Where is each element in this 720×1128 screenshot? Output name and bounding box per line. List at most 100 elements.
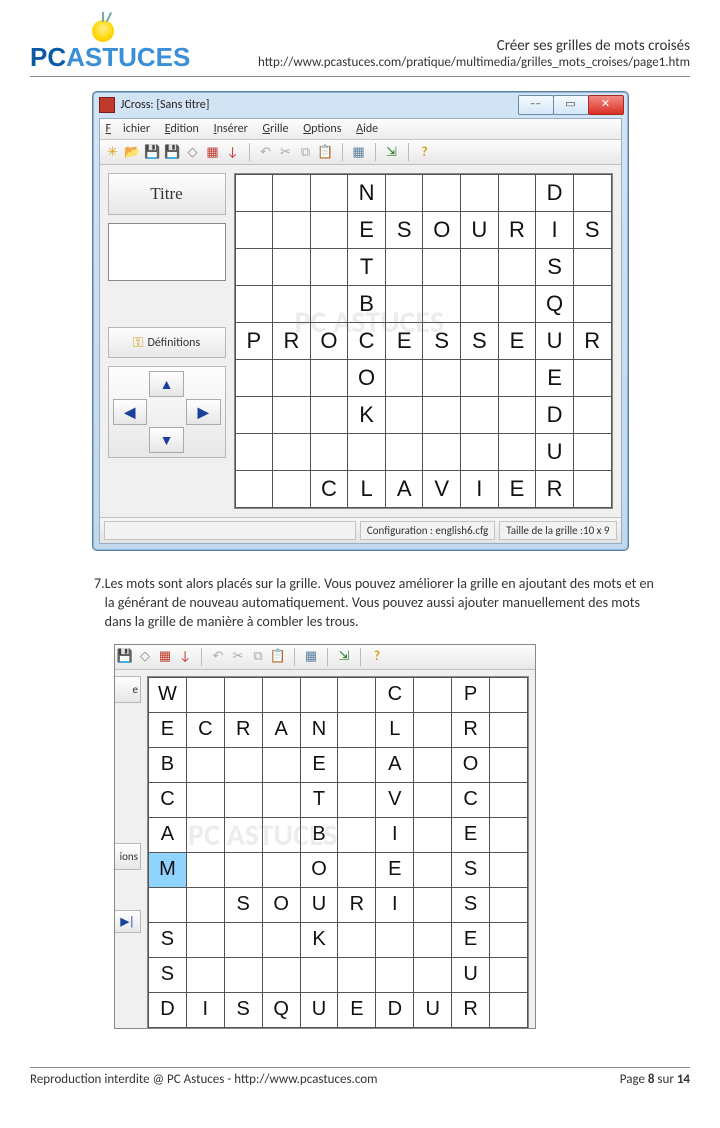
grid-cell[interactable]: T xyxy=(300,782,338,817)
grid-cell[interactable]: Q xyxy=(536,286,574,323)
help-icon[interactable]: ? xyxy=(417,144,433,160)
grid-cell[interactable]: I xyxy=(376,887,414,922)
grid-cell[interactable] xyxy=(235,360,273,397)
grid-icon[interactable]: ▦ xyxy=(205,144,221,160)
grid-cell[interactable] xyxy=(498,286,536,323)
grid-cell[interactable] xyxy=(273,249,311,286)
grid-cell[interactable]: S xyxy=(452,887,490,922)
grid-cell[interactable] xyxy=(385,397,423,434)
grid-cell[interactable] xyxy=(490,922,528,957)
grid-cell[interactable]: Q xyxy=(262,992,300,1027)
grid-cell[interactable] xyxy=(262,782,300,817)
grid-cell[interactable]: E xyxy=(452,922,490,957)
grid-cell[interactable] xyxy=(461,434,499,471)
menu-aide[interactable]: Aide xyxy=(356,122,378,136)
grid-cell[interactable] xyxy=(461,397,499,434)
definitions-button[interactable]: ⚿ Définitions xyxy=(108,327,226,358)
grid-cell[interactable] xyxy=(414,922,452,957)
grid-cell[interactable] xyxy=(423,249,461,286)
grid-cell[interactable]: T xyxy=(348,249,386,286)
grid-cell[interactable] xyxy=(224,817,262,852)
grid-cell[interactable]: R xyxy=(338,887,376,922)
menu-options[interactable]: Options xyxy=(303,122,341,136)
maximize-button[interactable]: ▭ xyxy=(553,95,589,115)
undo-icon[interactable]: ↶ xyxy=(258,144,274,160)
grid-cell[interactable] xyxy=(573,249,611,286)
grid-cell[interactable] xyxy=(262,957,300,992)
grid-cell[interactable] xyxy=(490,677,528,712)
grid-cell[interactable] xyxy=(273,360,311,397)
grid-cell[interactable] xyxy=(414,957,452,992)
grid-cell[interactable]: N xyxy=(348,175,386,212)
grid-cell[interactable]: R xyxy=(224,712,262,747)
minimize-button[interactable]: –– xyxy=(518,95,554,115)
build-icon[interactable]: ▦ xyxy=(303,649,319,665)
grid-cell[interactable]: C xyxy=(149,782,187,817)
grid-cell[interactable] xyxy=(338,957,376,992)
grid-cell[interactable] xyxy=(376,957,414,992)
grid-cell[interactable]: V xyxy=(376,782,414,817)
grid-cell[interactable] xyxy=(498,360,536,397)
grid-cell[interactable] xyxy=(262,747,300,782)
grid-cell[interactable]: C xyxy=(452,782,490,817)
grid-cell[interactable] xyxy=(423,175,461,212)
grid-cell[interactable]: B xyxy=(300,817,338,852)
grid-cell[interactable]: R xyxy=(536,471,574,508)
grid-cell[interactable] xyxy=(573,434,611,471)
grid-cell[interactable]: R xyxy=(273,323,311,360)
down-arrow-icon[interactable]: ↓ xyxy=(177,649,193,665)
arrow-right-button[interactable]: ▶ xyxy=(186,399,221,425)
grid-cell[interactable] xyxy=(414,887,452,922)
grid-cell[interactable] xyxy=(498,175,536,212)
build-icon[interactable]: ▦ xyxy=(351,144,367,160)
grid-cell[interactable]: U xyxy=(536,434,574,471)
grid-cell[interactable]: I xyxy=(536,212,574,249)
grid-cell[interactable]: V xyxy=(423,471,461,508)
menu-edition[interactable]: Edition xyxy=(165,122,199,136)
grid-cell[interactable]: N xyxy=(300,712,338,747)
grid-cell[interactable] xyxy=(186,957,224,992)
grid-cell[interactable]: R xyxy=(573,323,611,360)
crossword-grid[interactable]: PC ASTUCES NDESOURISTSBQPROCESSEUROEKDUC… xyxy=(234,173,613,509)
grid-cell[interactable]: E xyxy=(452,817,490,852)
grid-cell[interactable]: S xyxy=(224,992,262,1027)
grid-cell[interactable]: S xyxy=(452,852,490,887)
grid-cell[interactable] xyxy=(338,677,376,712)
grid-cell[interactable] xyxy=(414,852,452,887)
grid-cell[interactable]: L xyxy=(376,712,414,747)
paste-icon[interactable]: 📋 xyxy=(318,144,334,160)
grid-cell[interactable]: E xyxy=(300,747,338,782)
grid-cell[interactable] xyxy=(338,782,376,817)
export-icon[interactable]: ⇲ xyxy=(384,144,400,160)
grid-cell[interactable]: C xyxy=(348,323,386,360)
grid-cell[interactable]: I xyxy=(461,471,499,508)
grid-cell[interactable] xyxy=(490,887,528,922)
grid-icon[interactable]: ▦ xyxy=(157,649,173,665)
grid-cell[interactable] xyxy=(310,397,348,434)
arrow-down-button[interactable]: ▼ xyxy=(149,427,184,453)
arrow-right-fragment[interactable]: ▶│ xyxy=(115,910,141,933)
grid-cell[interactable] xyxy=(348,434,386,471)
menu-grille[interactable]: Grille xyxy=(262,122,288,136)
grid-cell[interactable]: A xyxy=(262,712,300,747)
grid-cell[interactable] xyxy=(186,887,224,922)
append-icon[interactable]: ◇ xyxy=(185,144,201,160)
grid-cell[interactable] xyxy=(310,212,348,249)
menu-inserer[interactable]: Insérer xyxy=(214,122,248,136)
grid-cell[interactable] xyxy=(461,286,499,323)
grid-cell[interactable]: S xyxy=(385,212,423,249)
arrow-up-button[interactable]: ▲ xyxy=(149,371,184,397)
new-icon[interactable]: ✳ xyxy=(105,144,121,160)
grid-cell[interactable] xyxy=(235,471,273,508)
export-icon[interactable]: ⇲ xyxy=(336,649,352,665)
grid-cell[interactable] xyxy=(273,434,311,471)
grid-cell[interactable]: C xyxy=(376,677,414,712)
save-icon[interactable]: 💾 xyxy=(117,649,133,665)
grid-cell[interactable] xyxy=(573,175,611,212)
grid-cell[interactable]: A xyxy=(376,747,414,782)
grid-cell[interactable] xyxy=(461,175,499,212)
append-icon[interactable]: ◇ xyxy=(137,649,153,665)
grid-cell[interactable]: E xyxy=(385,323,423,360)
grid-cell[interactable]: O xyxy=(423,212,461,249)
grid-cell[interactable] xyxy=(414,712,452,747)
